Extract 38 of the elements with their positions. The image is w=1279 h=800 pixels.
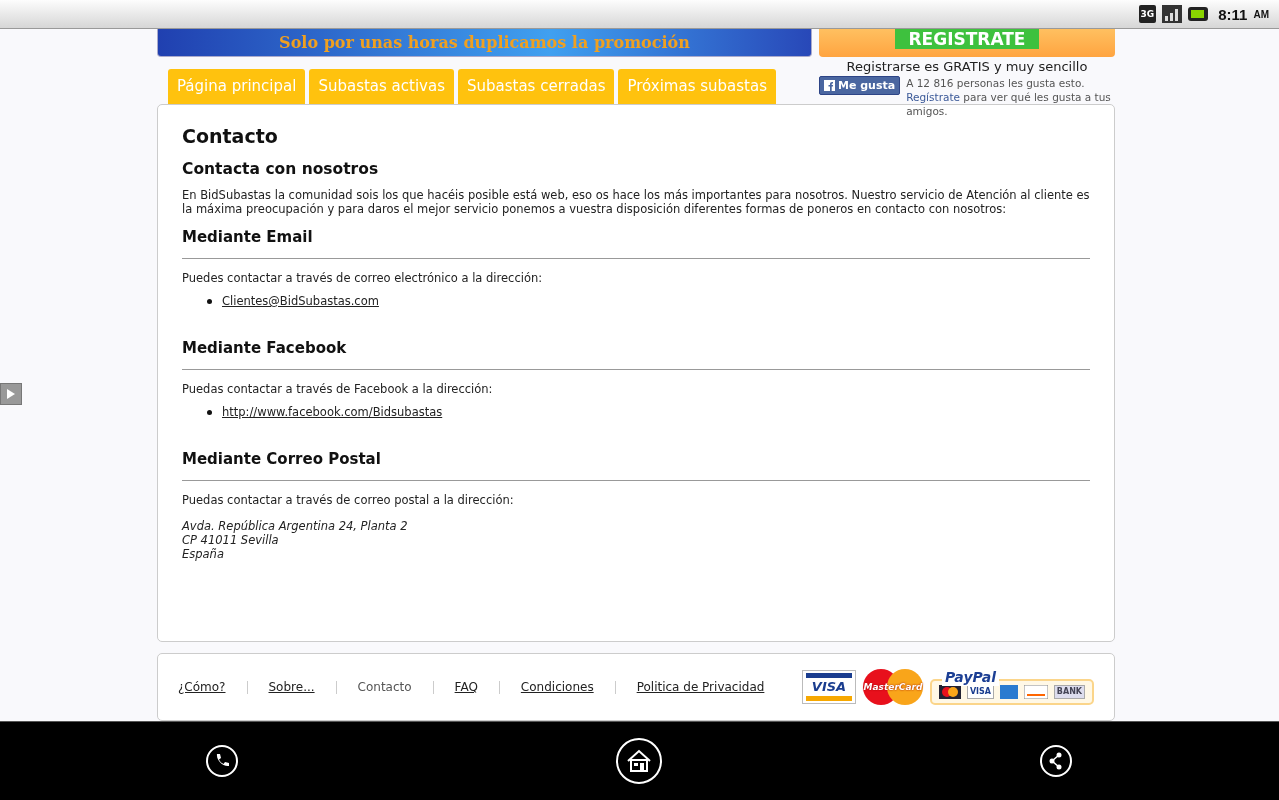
contact-link[interactable]: http://www.facebook.com/Bidsubastas: [222, 404, 443, 420]
page-subtitle: Contacta con nosotros: [182, 160, 380, 178]
phone-icon[interactable]: [206, 745, 238, 777]
facebook-icon: [824, 80, 835, 91]
section-heading: Mediante Correo Postal: [182, 450, 1090, 481]
section-heading: Mediante Email: [182, 228, 1090, 259]
address-line: CP 41011 Sevilla: [182, 533, 280, 547]
bullet-icon: [207, 409, 212, 415]
footer-link[interactable]: Condiciones: [520, 680, 594, 694]
address-line: España: [182, 547, 225, 561]
network-icon: 3G: [1138, 5, 1157, 23]
contact-link[interactable]: Clientes@BidSubastas.com: [222, 293, 379, 309]
bullet-icon: [207, 298, 212, 304]
clock-time: 8:11: [1218, 5, 1248, 23]
footer-link[interactable]: ¿Cómo?: [178, 680, 226, 694]
clock-meridiem: AM: [1253, 8, 1269, 20]
signal-icon: [1162, 5, 1183, 23]
page-title: Contacto: [182, 125, 279, 147]
banner-text: Solo por unas horas duplicamos la promoción: [279, 33, 690, 52]
like-text: A 12 816 personas les gusta esto. Regístrate para ver qué les gusta a tus amigos.: [906, 76, 1112, 118]
section-text: Puedas contactar a través de correo postal a la dirección:: [182, 493, 515, 507]
paypal-logo: PayPal VISA BANK: [930, 669, 1094, 705]
share-icon[interactable]: [1040, 745, 1072, 777]
footer-link[interactable]: Sobre...: [268, 680, 315, 694]
footer-link[interactable]: FAQ: [454, 680, 478, 694]
like-button[interactable]: Me gusta: [819, 76, 901, 95]
home-icon[interactable]: [616, 738, 662, 784]
section-text: Puedes contactar a través de correo electrónico a la dirección:: [182, 271, 544, 285]
section-heading: Mediante Facebook: [182, 339, 1090, 370]
footer-link[interactable]: Politica de Privacidad: [636, 680, 765, 694]
battery-icon: [1188, 7, 1209, 21]
section-text: Puedas contactar a través de Facebook a la dirección:: [182, 382, 494, 396]
register-note: Registrarse es GRATIS y muy sencillo: [846, 59, 1088, 74]
intro-text: En BidSubastas la comunidad sois los que hacéis posible está web, eso os hace los más importantes para nosotros. Nuestro servicio de Atención al cliente es la máxima preocupación y para daros el mejor servicio ponemos a vuestra disposición diferentes formas de poneros en contacto con nosotros:: [182, 188, 1090, 216]
footer-link[interactable]: Contacto: [357, 680, 412, 694]
visa-logo: VISA: [802, 670, 856, 704]
register-link[interactable]: Regístrate: [906, 91, 960, 103]
address-line: Avda. República Argentina 24, Planta 2: [182, 519, 409, 533]
